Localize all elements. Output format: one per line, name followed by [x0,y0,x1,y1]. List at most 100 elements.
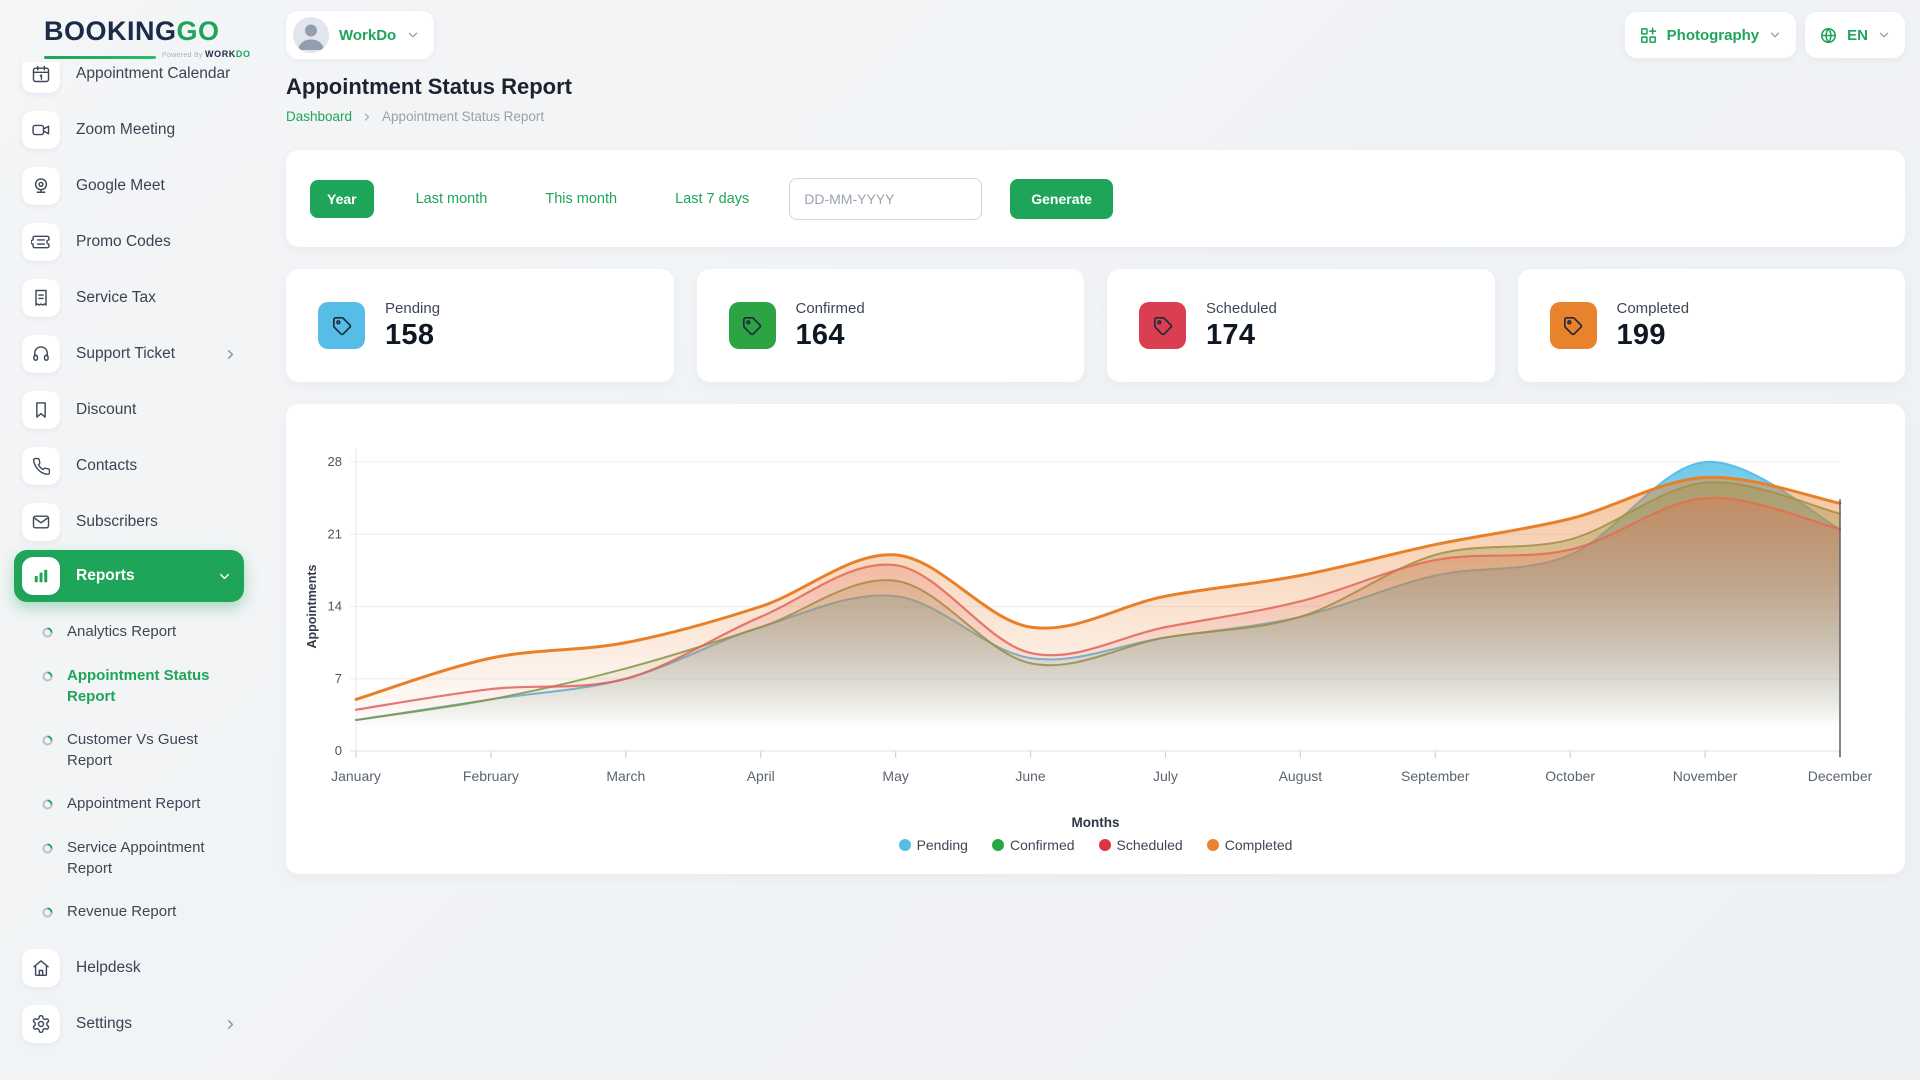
stat-card-pending: Pending 158 [286,269,674,382]
tag-icon [1550,302,1597,349]
svg-text:21: 21 [328,526,342,541]
category-dropdown[interactable]: Photography [1625,12,1797,58]
filter-last-month-link[interactable]: Last month [416,191,488,207]
breadcrumb: Dashboard Appointment Status Report [286,109,1905,124]
sidebar-subitem-service-appointment-report[interactable]: Service Appointment Report [0,826,262,890]
stat-label: Confirmed [796,300,865,317]
donut-bullet-icon [42,797,53,815]
donut-bullet-icon [42,669,53,687]
sidebar-item-reports[interactable]: Reports [14,550,244,602]
avatar [293,17,329,53]
donut-bullet-icon [42,841,53,859]
sidebar-item-google-meet[interactable]: Google Meet [0,158,262,214]
legend-label: Scheduled [1117,837,1183,853]
sidebar-subitem-appointment-status-report[interactable]: Appointment Status Report [0,654,262,718]
workspace-dropdown[interactable]: WorkDo [286,11,434,59]
stat-value: 164 [796,319,865,352]
language-code: EN [1847,27,1868,44]
appointments-area-chart: 07142128JanuaryFebruaryMarchAprilMayJune… [286,424,1905,808]
month-label: March [606,768,645,784]
month-label: September [1401,768,1470,784]
receipt-icon [22,279,60,317]
sidebar-item-support-ticket[interactable]: Support Ticket [0,326,262,382]
stat-label: Completed [1617,300,1690,317]
category-grid-icon [1639,26,1658,45]
svg-text:28: 28 [328,454,342,469]
sidebar-item-helpdesk[interactable]: Helpdesk [0,940,262,996]
legend-item-confirmed[interactable]: Confirmed [992,837,1075,853]
gear-icon [22,1005,60,1043]
legend-item-scheduled[interactable]: Scheduled [1099,837,1183,853]
month-label: November [1673,768,1738,784]
generate-button[interactable]: Generate [1010,179,1113,219]
month-label: February [463,768,519,784]
sidebar-item-discount[interactable]: Discount [0,382,262,438]
stat-card-completed: Completed 199 [1518,269,1906,382]
sidebar-item-contacts[interactable]: Contacts [0,438,262,494]
stats-row: Pending 158 Confirmed 164 Scheduled 174 [286,269,1905,382]
app-logo[interactable]: BOOKINGGO Powered By WORKDO [0,0,262,59]
logo-underline [44,56,156,59]
filter-last-7-days-link[interactable]: Last 7 days [675,191,749,207]
chevron-right-icon [223,1017,238,1032]
legend-dot [1099,839,1111,851]
sidebar-item-subscribers[interactable]: Subscribers [0,494,262,550]
filter-year-button[interactable]: Year [310,180,374,218]
mail-icon [22,503,60,541]
legend-label: Confirmed [1010,837,1075,853]
tag-icon [318,302,365,349]
logo-text: BOOKINGGO [44,16,262,47]
sidebar-item-promo-codes[interactable]: Promo Codes [0,214,262,270]
svg-text:14: 14 [328,599,342,614]
chart-yaxis-title: Appointments [305,564,319,648]
home-icon [22,949,60,987]
date-input[interactable] [789,178,982,220]
legend-dot [899,839,911,851]
donut-bullet-icon [42,625,53,643]
stat-value: 199 [1617,319,1690,352]
page-title: Appointment Status Report [286,74,1905,100]
sidebar: BOOKINGGO Powered By WORKDO Appointment … [0,0,262,1080]
month-label: August [1279,768,1323,784]
donut-bullet-icon [42,905,53,923]
chart-card: 07142128JanuaryFebruaryMarchAprilMayJune… [286,404,1905,874]
sidebar-item-zoom-meeting[interactable]: Zoom Meeting [0,102,262,158]
sidebar-subitem-analytics-report[interactable]: Analytics Report [0,610,262,654]
video-icon [22,111,60,149]
sidebar-item-appointment-calendar[interactable]: Appointment Calendar [0,62,262,102]
ticket-icon [22,223,60,261]
legend-dot [992,839,1004,851]
sidebar-subitem-revenue-report[interactable]: Revenue Report [0,890,262,934]
legend-item-pending[interactable]: Pending [899,837,968,853]
legend-item-completed[interactable]: Completed [1207,837,1293,853]
stat-card-confirmed: Confirmed 164 [697,269,1085,382]
filter-this-month-link[interactable]: This month [545,191,617,207]
breadcrumb-current: Appointment Status Report [382,109,544,124]
main-content: Appointment Status Report Dashboard Appo… [286,74,1905,874]
powered-by-label: Powered By WORKDO [162,49,251,59]
stat-label: Scheduled [1206,300,1277,317]
stat-value: 174 [1206,319,1277,352]
breadcrumb-dashboard-link[interactable]: Dashboard [286,109,352,124]
category-name: Photography [1667,27,1760,44]
sidebar-item-service-tax[interactable]: Service Tax [0,270,262,326]
tag-icon [1139,302,1186,349]
month-label: May [882,768,908,784]
bookmark-icon [22,391,60,429]
month-label: January [331,768,381,784]
language-dropdown[interactable]: EN [1805,12,1905,58]
phone-icon [22,447,60,485]
stat-value: 158 [385,319,440,352]
month-label: December [1808,768,1873,784]
workspace-name: WorkDo [339,27,396,44]
top-bar: WorkDo Photography EN [286,10,1905,60]
sidebar-subitem-customer-vs-guest-report[interactable]: Customer Vs Guest Report [0,718,262,782]
sidebar-menu: Appointment Calendar Zoom Meeting Google… [0,62,262,1072]
month-label: October [1545,768,1595,784]
month-label: April [747,768,775,784]
sidebar-subitem-appointment-report[interactable]: Appointment Report [0,782,262,826]
chevron-right-icon [361,111,373,123]
sidebar-item-settings[interactable]: Settings [0,996,262,1052]
svg-text:7: 7 [335,671,342,686]
globe-icon [1819,26,1838,45]
